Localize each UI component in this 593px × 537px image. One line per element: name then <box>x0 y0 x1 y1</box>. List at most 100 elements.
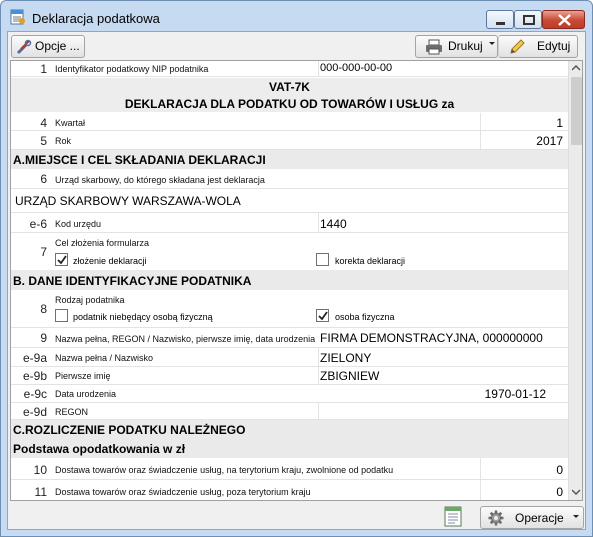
row-number: e-9d <box>22 405 47 419</box>
correction-checkbox[interactable] <box>316 253 329 266</box>
row-number: 9 <box>40 331 47 345</box>
column-separator <box>480 458 481 479</box>
row-foreign-supply: 11 Dostawa towarów oraz świadczenie usłu… <box>11 480 568 500</box>
check-icon <box>57 255 67 265</box>
app-icon <box>10 9 25 25</box>
row-number: 7 <box>40 245 47 259</box>
print-button[interactable]: Drukuj <box>415 35 498 58</box>
row-label: Kwartał <box>55 118 86 128</box>
bottom-bar: Operacje <box>8 503 585 530</box>
section-a-header: A.MIEJSCE I CEL SKŁADANIA DEKLARACJI <box>11 150 568 169</box>
maximize-button[interactable] <box>514 10 542 29</box>
row-number: 1 <box>40 62 47 76</box>
column-separator <box>318 348 319 366</box>
row-purpose: 7 Cel złożenia formularza złożenie dekla… <box>11 233 568 271</box>
pencil-icon <box>510 39 525 54</box>
surname-value[interactable]: ZIELONY <box>320 351 371 365</box>
non-natural-person-checkbox[interactable] <box>55 309 68 322</box>
column-separator <box>480 113 481 130</box>
natural-person-label: osoba fizyczna <box>335 312 395 322</box>
row-number: 6 <box>40 172 47 186</box>
row-quarter: 4 Kwartał 1 <box>11 113 568 131</box>
row-label: Identyfikator podatkowy NIP podatnika <box>55 64 209 74</box>
tools-icon <box>16 39 32 55</box>
row-label: Nazwa pełna, REGON / Nazwisko, pierwsze … <box>55 334 316 344</box>
edit-label: Edytuj <box>537 39 571 53</box>
column-separator <box>480 131 481 149</box>
window-title: Deklaracja podatkowa <box>32 11 160 26</box>
full-name-value[interactable]: FIRMA DEMONSTRACYJNA, 000000000 <box>320 331 543 345</box>
birth-date-value[interactable]: 1970-01-12 <box>485 387 546 401</box>
scroll-down-icon[interactable] <box>572 489 581 495</box>
row-label: Nazwa pełna / Nazwisko <box>55 353 154 363</box>
form-title: DEKLARACJA DLA PODATKU OD TOWARÓW I USŁU… <box>124 97 455 111</box>
row-year: 5 Rok 2017 <box>11 131 568 150</box>
year-value[interactable]: 2017 <box>536 134 563 148</box>
row-number: e-9a <box>22 351 47 365</box>
office-name-value[interactable]: URZĄD SKARBOWY WARSZAWA-WOLA <box>15 194 241 208</box>
quarter-value[interactable]: 1 <box>556 116 563 130</box>
row-full-name: 9 Nazwa pełna, REGON / Nazwisko, pierwsz… <box>11 328 568 348</box>
minimize-icon <box>496 22 505 25</box>
row-office-code: e-6 Kod urzędu 1440 <box>11 213 568 233</box>
declaration-grid[interactable]: 1 Identyfikator podatkowy NIP podatnika … <box>10 60 583 501</box>
non-natural-person-label: podatnik niebędący osobą fizyczną <box>73 312 213 322</box>
section-c-subheader: Podstawa opodatkowania w zł <box>11 439 568 458</box>
row-label: Rok <box>55 136 72 146</box>
operations-button[interactable]: Operacje <box>480 506 584 529</box>
title-bar[interactable]: Deklaracja podatkowa <box>1 1 592 31</box>
column-separator <box>318 213 319 232</box>
scrollbar-thumb[interactable] <box>571 77 582 145</box>
section-b-header: B. DANE IDENTYFIKACYJNE PODATNIKA <box>11 270 568 290</box>
column-separator <box>480 480 481 500</box>
first-name-value[interactable]: ZBIGNIEW <box>320 369 379 383</box>
edit-button[interactable]: Edytuj <box>498 35 578 58</box>
row-number: 10 <box>33 463 47 477</box>
office-code-value[interactable]: 1440 <box>320 217 347 231</box>
column-separator <box>318 367 319 384</box>
row-label: Kod urzędu <box>55 219 102 229</box>
row-label: Dostawa towarów oraz świadczenie usług, … <box>55 465 394 475</box>
row-number: 4 <box>40 116 47 130</box>
form-code: VAT-7K <box>269 80 310 94</box>
row-taxpayer-type: 8 Rodzaj podatnika podatnik niebędący os… <box>11 290 568 328</box>
row-label: Pierwsze imię <box>55 371 111 381</box>
dialog-window: Deklaracja podatkowa Opcje ... Drukuj Ed… <box>0 0 593 537</box>
check-icon <box>318 311 328 321</box>
submit-declaration-checkbox[interactable] <box>55 253 68 266</box>
row-exempt-supply: 10 Dostawa towarów oraz świadczenie usłu… <box>11 458 568 480</box>
correction-label: korekta deklaracji <box>335 256 406 266</box>
dropdown-arrow-icon[interactable] <box>489 42 496 46</box>
printer-icon <box>426 39 442 55</box>
row-number: e-9c <box>23 387 47 401</box>
row-label: Data urodzenia <box>55 389 117 399</box>
row-office-name: URZĄD SKARBOWY WARSZAWA-WOLA <box>11 189 568 213</box>
options-button[interactable]: Opcje ... <box>11 35 85 58</box>
row-tax-office: 6 Urząd skarbowy, do którego składana je… <box>11 169 568 189</box>
window-client: Opcje ... Drukuj Edytuj 1 Identyfikator … <box>7 31 586 530</box>
foreign-supply-value[interactable]: 0 <box>556 485 563 499</box>
minimize-button[interactable] <box>486 10 514 29</box>
column-separator <box>318 61 319 76</box>
declaration-header: VAT-7K DEKLARACJA DLA PODATKU OD TOWARÓW… <box>11 78 568 112</box>
row-regon: e-9d REGON <box>11 403 568 420</box>
row-number: 5 <box>40 134 47 148</box>
dropdown-arrow-icon <box>573 515 579 518</box>
vertical-scrollbar[interactable] <box>568 61 582 500</box>
row-number: 8 <box>40 302 47 316</box>
section-c-header: C.ROZLICZENIE PODATKU NALEŻNEGO <box>11 420 568 439</box>
print-label: Drukuj <box>448 39 483 53</box>
row-label: Urząd skarbowy, do którego składana jest… <box>55 175 265 185</box>
exempt-supply-value[interactable]: 0 <box>556 463 563 477</box>
notepad-icon[interactable] <box>444 505 462 527</box>
gear-icon <box>488 510 504 526</box>
natural-person-checkbox[interactable] <box>316 309 329 322</box>
nip-value[interactable]: 000-000-00-00 <box>320 62 392 74</box>
section-c-title: C.ROZLICZENIE PODATKU NALEŻNEGO <box>13 423 246 437</box>
row-number: e-6 <box>29 217 47 231</box>
section-b-title: B. DANE IDENTYFIKACYJNE PODATNIKA <box>13 274 252 288</box>
row-label: Rodzaj podatnika <box>55 295 125 305</box>
row-surname: e-9a Nazwa pełna / Nazwisko ZIELONY <box>11 348 568 367</box>
close-button[interactable] <box>542 10 585 29</box>
scroll-up-icon[interactable] <box>572 65 581 71</box>
